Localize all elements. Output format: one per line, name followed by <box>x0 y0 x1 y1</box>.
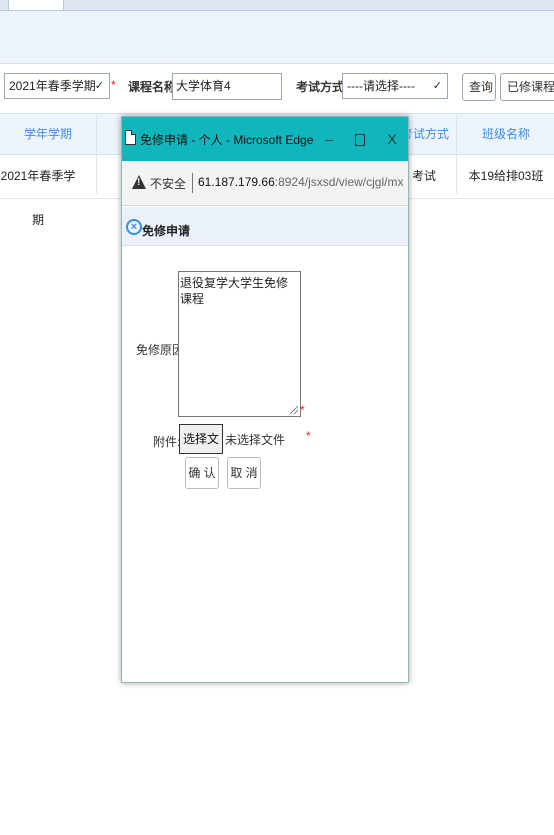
warning-exclamation-icon: ! <box>137 177 141 188</box>
minimize-button[interactable]: – <box>317 127 341 151</box>
url-host: 61.187.179.66 <box>198 175 275 189</box>
header-area <box>0 11 554 64</box>
exemption-popup-window: 免修申请 - 个人 - Microsoft Edge – X ! 不安全 61.… <box>121 116 409 683</box>
term-required-mark: * <box>111 78 116 92</box>
choose-file-button[interactable]: 选择文件 <box>179 424 223 474</box>
address-divider <box>192 173 193 193</box>
reason-textarea[interactable]: 退役复学大学生免修课程 <box>178 271 301 417</box>
term-select-value: 2021年春季学期 <box>9 79 96 93</box>
exam-method-select[interactable]: ----请选择---- ✓ <box>342 73 448 99</box>
column-header-term[interactable]: 学年学期 <box>0 114 96 154</box>
column-header-class-name[interactable]: 班级名称 <box>458 114 554 154</box>
maximize-button[interactable] <box>348 127 372 151</box>
url-path: :8924/jsxsd/view/cjgl/mxsq_ad... <box>274 175 404 189</box>
file-status: 未选择文件 <box>225 433 286 447</box>
chevron-down-icon: ✓ <box>432 80 442 92</box>
attachment-label: 附件: <box>153 435 181 449</box>
window-title: 免修申请 - 个人 - Microsoft Edge <box>140 133 314 147</box>
close-button[interactable]: X <box>380 127 404 151</box>
active-tab[interactable] <box>8 0 64 11</box>
panel-header: × 免修申请 <box>122 207 408 246</box>
url-text[interactable]: 61.187.179.66:8924/jsxsd/view/cjgl/mxsq_… <box>198 175 404 189</box>
cell-exam-method: 考试 <box>411 169 436 183</box>
reason-text: 退役复学大学生免修课程 <box>180 276 289 306</box>
query-button[interactable]: 查询 <box>462 73 496 101</box>
panel-title: 免修申请 <box>142 224 191 238</box>
exam-method-select-value: ----请选择---- <box>347 79 415 93</box>
top-tab-strip <box>0 0 554 11</box>
resize-grip-icon[interactable] <box>290 406 298 414</box>
maximize-icon <box>355 134 365 147</box>
chevron-down-icon: ✓ <box>94 80 104 92</box>
filter-bar: 2021年春季学期 ✓ * 课程名称: 大学体育4 考试方式: ----请选择-… <box>0 70 554 106</box>
security-status[interactable]: 不安全 <box>150 175 186 192</box>
window-titlebar[interactable]: 免修申请 - 个人 - Microsoft Edge – X <box>122 117 408 161</box>
cancel-button[interactable]: 取 消 <box>227 457 261 489</box>
attachment-required-mark: * <box>306 429 311 443</box>
cell-class-name: 本19给排03班 <box>468 169 544 183</box>
reason-required-mark: * <box>300 403 305 417</box>
cell-term: 2021年春季学期 <box>0 169 76 227</box>
confirm-button[interactable]: 确 认 <box>185 457 219 489</box>
address-bar[interactable]: ! 不安全 61.187.179.66:8924/jsxsd/view/cjgl… <box>122 161 408 206</box>
close-circle-icon[interactable]: × <box>126 219 142 235</box>
document-icon <box>125 130 136 145</box>
repeat-course-refund-button[interactable]: 已修课程退费 <box>500 73 554 101</box>
exam-method-label: 考试方式: <box>296 80 348 94</box>
course-name-input[interactable]: 大学体育4 <box>172 73 282 100</box>
term-select[interactable]: 2021年春季学期 ✓ <box>4 73 110 99</box>
